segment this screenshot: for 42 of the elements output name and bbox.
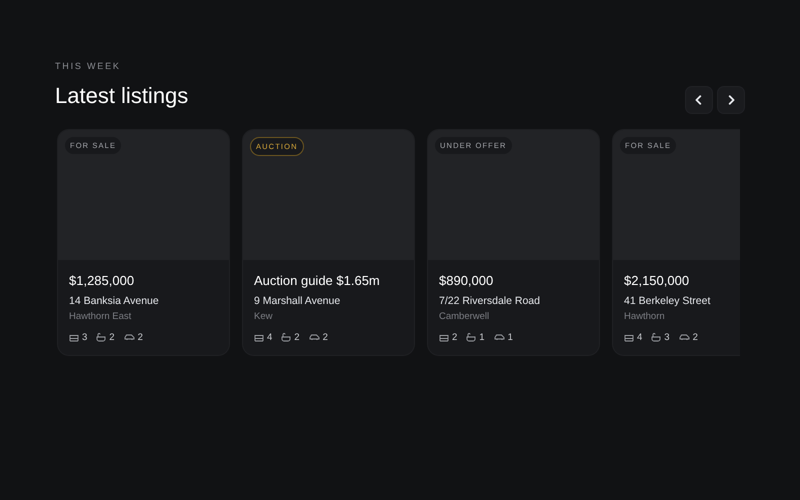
bathtub-icon [96,333,106,342]
chevron-left-icon [694,94,704,104]
bedroom-count: 4 [637,330,642,344]
car-icon [494,334,505,342]
car-icon [308,334,320,342]
bedroom-count: 2 [452,330,458,344]
listing-address: 41 Berkeley Street [624,294,710,308]
listing-price: $2,150,000 [624,272,690,288]
listing-address: 7/22 Riversdale Road [439,294,540,308]
previous-button[interactable] [685,86,713,114]
bathtub-icon [651,333,662,342]
bathroom-count: 2 [294,330,300,344]
bathroom-count: 3 [664,330,670,344]
bathroom-count: 2 [109,330,115,344]
bed-icon [69,334,79,342]
listing-address: 14 Banksia Avenue [69,294,159,308]
bathtub-icon [466,333,476,342]
car-icon [124,334,135,342]
listing-suburb: Hawthorn East [69,310,132,322]
bedroom-count: 3 [82,330,88,344]
listing-suburb: Camberwell [439,310,490,322]
chevron-right-icon [726,94,736,104]
listing-suburb: Kew [254,310,272,322]
parking-count: 1 [508,330,513,344]
listing-suburb: Hawthorn [624,310,665,322]
bathtub-icon [281,333,292,342]
car-icon [678,334,690,342]
section-title: Latest listings [55,82,188,110]
next-button[interactable] [717,86,745,114]
bedroom-count: 4 [267,330,272,344]
parking-count: 2 [138,330,143,344]
bathroom-count: 1 [479,330,485,344]
bed-icon [254,334,264,342]
section-eyebrow: THIS WEEK [55,60,121,73]
listing-address: 9 Marshall Avenue [254,294,340,308]
listing-price: Auction guide $1.65m [254,272,380,288]
parking-count: 2 [692,330,698,344]
bed-icon [624,334,634,342]
bed-icon [439,334,449,342]
listing-price: $890,000 [439,272,494,288]
listing-price: $1,285,000 [69,272,134,288]
parking-count: 2 [322,330,328,344]
